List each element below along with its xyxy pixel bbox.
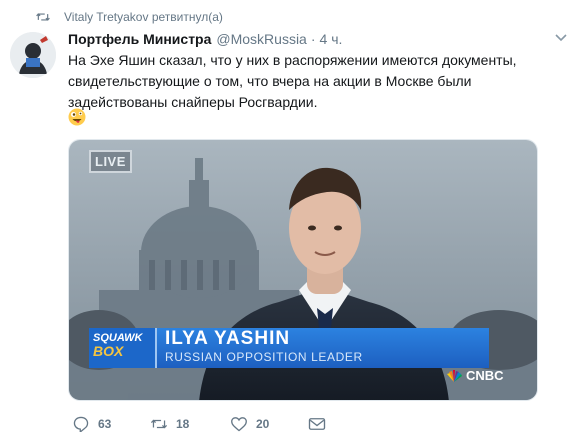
reply-button[interactable]: 63: [72, 416, 150, 432]
retweet-count: 18: [176, 417, 190, 431]
reply-icon: [73, 416, 89, 432]
retweet-icon: [36, 13, 50, 21]
lower-third-name: ILYA YASHIN: [165, 328, 291, 349]
network-logo: CNBC: [445, 368, 504, 383]
retweet-icon: [150, 419, 168, 429]
like-button[interactable]: 20: [230, 416, 308, 432]
avatar-image: [10, 32, 56, 78]
lower-third: SQUAWK BOX ILYA YASHIN RUSSIAN OPPOSITIO…: [89, 328, 489, 368]
tweet-timestamp[interactable]: 4 ч.: [320, 31, 343, 47]
retweet-banner-text[interactable]: Vitaly Tretyakov ретвитнул(а): [64, 10, 223, 24]
retweet-banner: Vitaly Tretyakov ретвитнул(а): [36, 9, 223, 25]
tweet-header: Портфель Министра @MoskRussia · 4 ч.: [68, 30, 342, 48]
envelope-icon: [308, 418, 326, 430]
header-separator: ·: [310, 31, 316, 47]
author-name[interactable]: Портфель Министра: [68, 31, 211, 47]
tweet-text: На Эхе Яшин сказал, что у них в распоряж…: [68, 52, 517, 110]
name-plate: ILYA YASHIN RUSSIAN OPPOSITION LEADER: [155, 328, 489, 368]
crazy-face-emoji: [68, 108, 86, 126]
show-logo: SQUAWK BOX: [89, 328, 155, 368]
live-badge: LIVE: [89, 150, 132, 173]
like-count: 20: [256, 417, 270, 431]
heart-icon: [231, 417, 247, 432]
author-handle[interactable]: @MoskRussia: [216, 31, 306, 47]
lower-third-role: RUSSIAN OPPOSITION LEADER: [165, 350, 363, 364]
peacock-icon: [447, 369, 462, 382]
direct-message-button[interactable]: [308, 416, 334, 432]
avatar[interactable]: [10, 32, 56, 78]
show-logo-line2: BOX: [93, 343, 124, 359]
tweet-media-video[interactable]: LIVE SQUAWK BOX ILYA YASHIN RUSSIAN OPPO…: [68, 139, 538, 401]
retweet-button[interactable]: 18: [150, 416, 230, 432]
network-name: CNBC: [466, 368, 504, 383]
chevron-down-icon[interactable]: [554, 30, 568, 44]
tweet-actions: 63 18 20: [68, 414, 334, 434]
reply-count: 63: [98, 417, 112, 431]
